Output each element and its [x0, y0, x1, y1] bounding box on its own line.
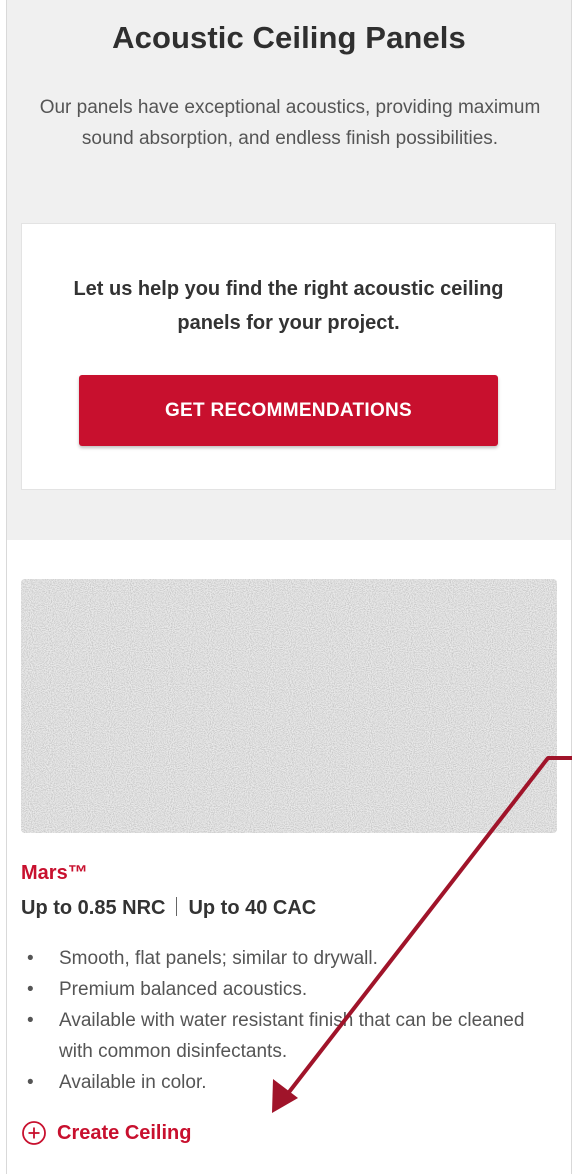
- spec-divider: [176, 897, 178, 916]
- page-title: Acoustic Ceiling Panels: [112, 20, 466, 55]
- get-recommendations-button[interactable]: GET RECOMMENDATIONS: [79, 375, 498, 446]
- feature-list: Smooth, flat panels; similar to drywall.…: [21, 943, 557, 1098]
- feature-item: Available in color.: [21, 1067, 557, 1098]
- nrc-spec: Up to 0.85 NRC: [21, 897, 166, 919]
- create-ceiling-label: Create Ceiling: [57, 1121, 192, 1144]
- product-specs: Up to 0.85 NRC Up to 40 CAC: [21, 897, 316, 920]
- product-name[interactable]: Mars™: [21, 862, 88, 885]
- cac-spec: Up to 40 CAC: [188, 897, 317, 919]
- hero-description: Our panels have exceptional acoustics, p…: [39, 97, 541, 149]
- product-image[interactable]: [21, 579, 557, 833]
- create-ceiling-link[interactable]: Create Ceiling: [21, 1120, 191, 1146]
- page-frame: Acoustic Ceiling Panels Our panels have …: [6, 0, 572, 1174]
- feature-item: Premium balanced acoustics.: [21, 974, 557, 1005]
- plus-circle-icon: [22, 1121, 46, 1145]
- hero-section: Acoustic Ceiling Panels Our panels have …: [7, 0, 571, 540]
- feature-item: Available with water resistant finish th…: [21, 1005, 557, 1067]
- textured-panel-swatch: [21, 579, 557, 833]
- recommendation-text: Let us help you find the right acoustic …: [73, 278, 504, 334]
- feature-item: Smooth, flat panels; similar to drywall.: [21, 943, 557, 974]
- recommendation-card: Let us help you find the right acoustic …: [21, 223, 556, 490]
